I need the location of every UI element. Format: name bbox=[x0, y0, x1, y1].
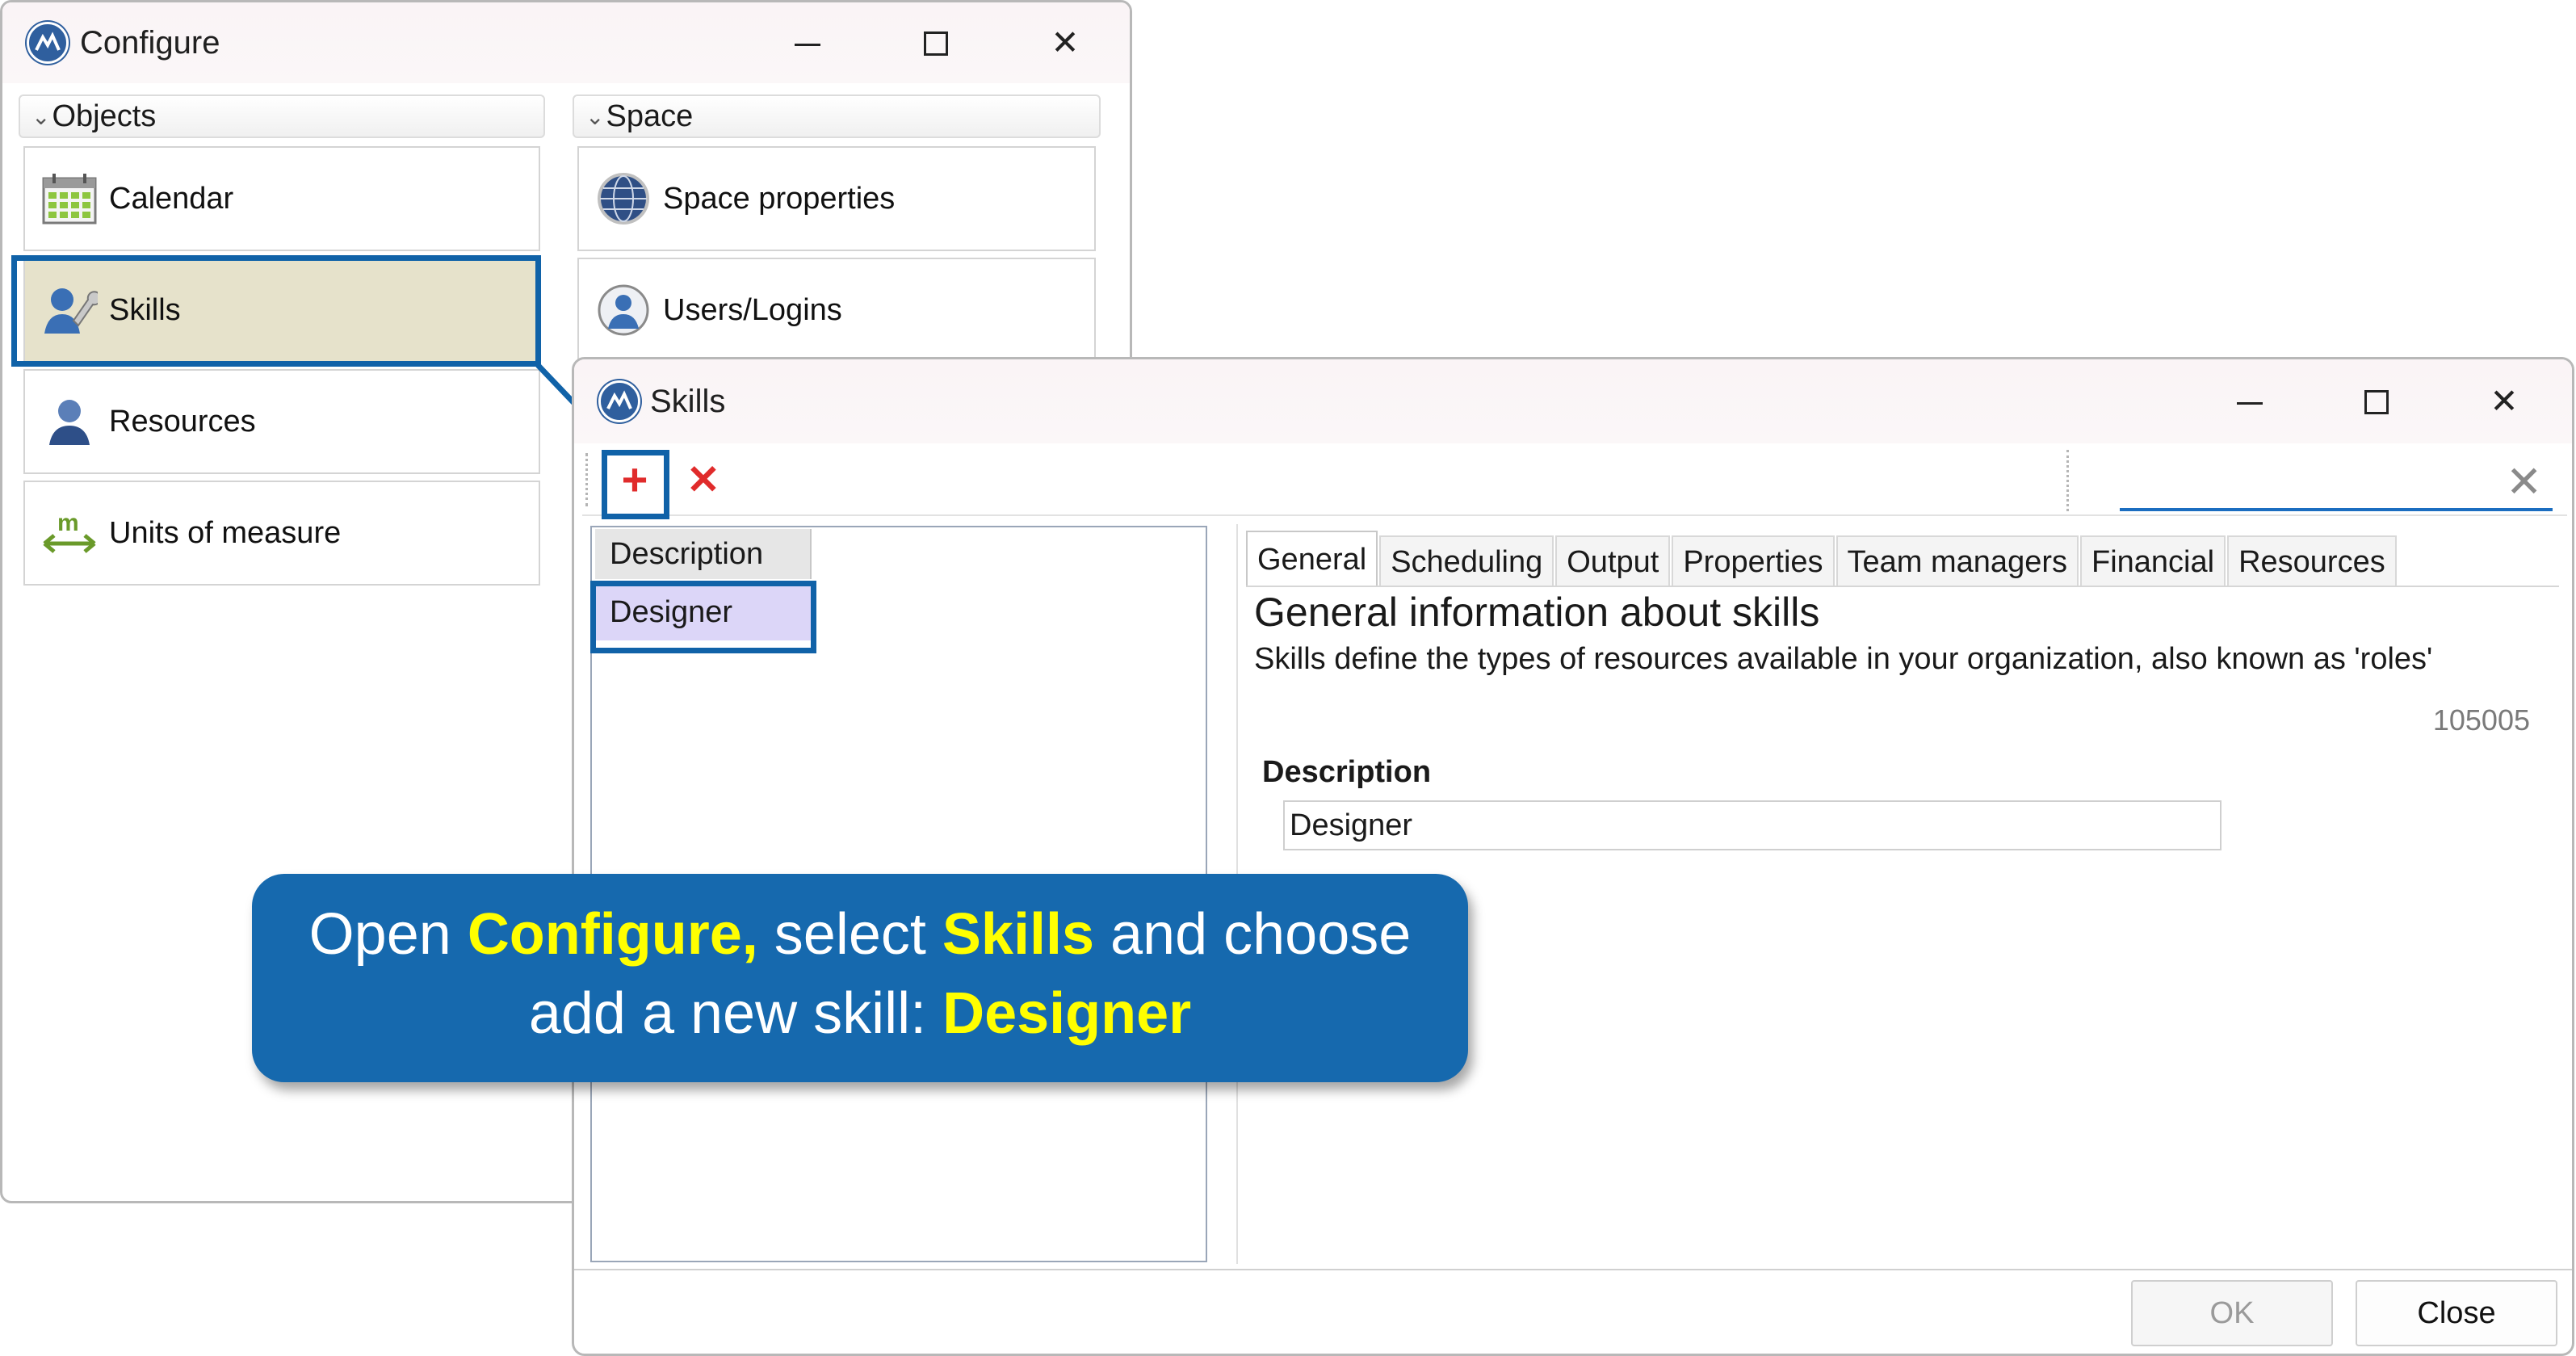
search-box[interactable]: ✕ bbox=[2120, 455, 2553, 511]
close-button-label: Close bbox=[2417, 1296, 2496, 1330]
delete-icon: ✕ bbox=[686, 457, 720, 502]
skills-title: Skills bbox=[650, 384, 726, 419]
tab-label: Output bbox=[1567, 545, 1659, 579]
close-button[interactable]: Close bbox=[2356, 1280, 2557, 1346]
list-column-header[interactable]: Description bbox=[595, 529, 812, 579]
list-item-label: Designer bbox=[610, 595, 733, 629]
maximize-button[interactable] bbox=[2352, 379, 2401, 427]
minimize-icon bbox=[2237, 402, 2263, 405]
add-skill-button[interactable]: + bbox=[606, 451, 663, 508]
toolbar-separator bbox=[2066, 450, 2071, 511]
bottom-divider bbox=[574, 1269, 2572, 1270]
tab-scheduling[interactable]: Scheduling bbox=[1379, 535, 1554, 586]
tab-resources[interactable]: Resources bbox=[2227, 535, 2397, 586]
callout-highlight: Skills bbox=[942, 902, 1094, 967]
tab-properties[interactable]: Properties bbox=[1672, 535, 1835, 586]
tab-general[interactable]: General bbox=[1246, 531, 1378, 586]
callout-text: and choose bbox=[1094, 902, 1412, 967]
toolbar-grip bbox=[585, 453, 590, 506]
description-value: Designer bbox=[1290, 808, 1413, 842]
app-logo-icon bbox=[598, 380, 640, 422]
detail-tabs: General Scheduling Output Properties Tea… bbox=[1246, 531, 2398, 586]
tab-content-divider bbox=[1246, 586, 2559, 587]
tab-label: Resources bbox=[2238, 545, 2385, 579]
maximize-icon bbox=[2364, 390, 2389, 414]
close-window-button[interactable]: ✕ bbox=[2480, 377, 2528, 426]
ok-button[interactable]: OK bbox=[2131, 1280, 2333, 1346]
callout-text: add a new skill: bbox=[528, 981, 943, 1046]
skills-window: Skills ✕ + ✕ ✕ Description Designer Gene… bbox=[572, 357, 2574, 1356]
callout-text: select bbox=[757, 902, 942, 967]
general-heading: General information about skills bbox=[1254, 590, 1820, 635]
search-input[interactable] bbox=[2126, 461, 2485, 502]
description-field[interactable]: Designer bbox=[1283, 800, 2221, 850]
callout-highlight: Designer bbox=[942, 981, 1192, 1046]
callout-highlight: Configure, bbox=[467, 902, 758, 967]
instruction-callout: Open Configure, select Skills and choose… bbox=[252, 874, 1468, 1082]
callout-text: Open bbox=[308, 902, 468, 967]
ok-button-label: OK bbox=[2209, 1296, 2255, 1330]
delete-skill-button[interactable]: ✕ bbox=[679, 451, 728, 508]
tab-label: Scheduling bbox=[1391, 545, 1543, 579]
record-id: 105005 bbox=[2432, 703, 2530, 737]
tab-financial[interactable]: Financial bbox=[2080, 535, 2226, 586]
description-label: Description bbox=[1262, 755, 1432, 789]
list-header-label: Description bbox=[610, 537, 764, 571]
list-item[interactable]: Designer bbox=[595, 584, 812, 640]
add-icon: + bbox=[621, 454, 648, 505]
callout-line-1: Open Configure, select Skills and choose bbox=[252, 895, 1468, 974]
skills-titlebar: Skills ✕ bbox=[574, 359, 2572, 443]
tab-output[interactable]: Output bbox=[1555, 535, 1671, 586]
tab-label: Team managers bbox=[1847, 545, 2067, 579]
tab-label: General bbox=[1257, 543, 1367, 577]
general-subheading: Skills define the types of resources ava… bbox=[1254, 642, 2433, 676]
callout-line-2: add a new skill: Designer bbox=[252, 974, 1468, 1053]
minimize-button[interactable] bbox=[2225, 379, 2273, 427]
close-icon: ✕ bbox=[2490, 382, 2519, 420]
clear-icon[interactable]: ✕ bbox=[2506, 456, 2542, 507]
toolbar: + ✕ ✕ bbox=[582, 445, 2567, 516]
tab-team-managers[interactable]: Team managers bbox=[1836, 535, 2079, 586]
tab-label: Properties bbox=[1683, 545, 1823, 579]
tab-label: Financial bbox=[2091, 545, 2215, 579]
